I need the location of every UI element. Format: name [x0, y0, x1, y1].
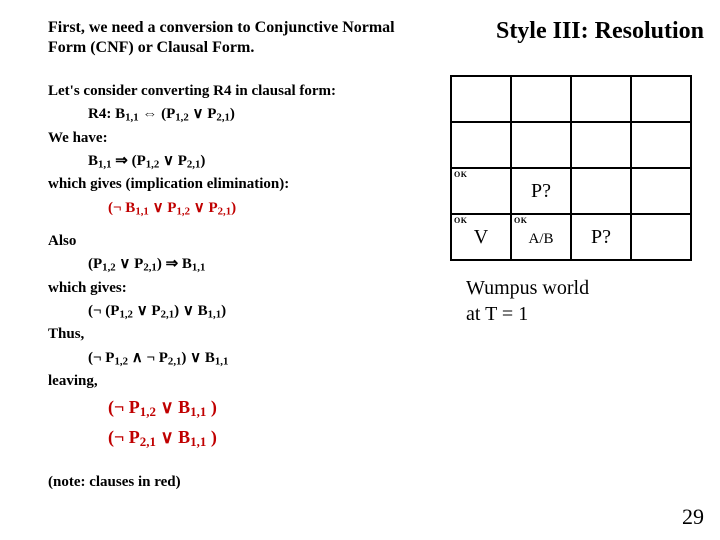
slide-title: Style III: Resolution [430, 18, 710, 45]
ok-tag: OK [454, 216, 467, 225]
grid-caption: Wumpus world at T = 1 [466, 275, 710, 327]
pit-question: P? [531, 180, 551, 202]
ok-tag: OK [454, 170, 467, 179]
derivation-body: Let's consider converting R4 in clausal … [48, 80, 418, 494]
agent-breeze: A/B [528, 231, 553, 247]
pit-question: P? [591, 226, 611, 248]
grid-row [451, 76, 691, 122]
ok-tag: OK [514, 216, 527, 225]
wumpus-grid: OK P? OK V OK A/B P? [450, 75, 692, 261]
grid-row: OK P? [451, 168, 691, 214]
page-number: 29 [682, 504, 704, 530]
visited-mark: V [474, 226, 488, 248]
note-clauses-in-red: (note: clauses in red) [48, 471, 418, 494]
intro-text: First, we need a conversion to Conjuncti… [48, 18, 418, 58]
grid-row: OK V OK A/B P? [451, 214, 691, 260]
grid-row [451, 122, 691, 168]
